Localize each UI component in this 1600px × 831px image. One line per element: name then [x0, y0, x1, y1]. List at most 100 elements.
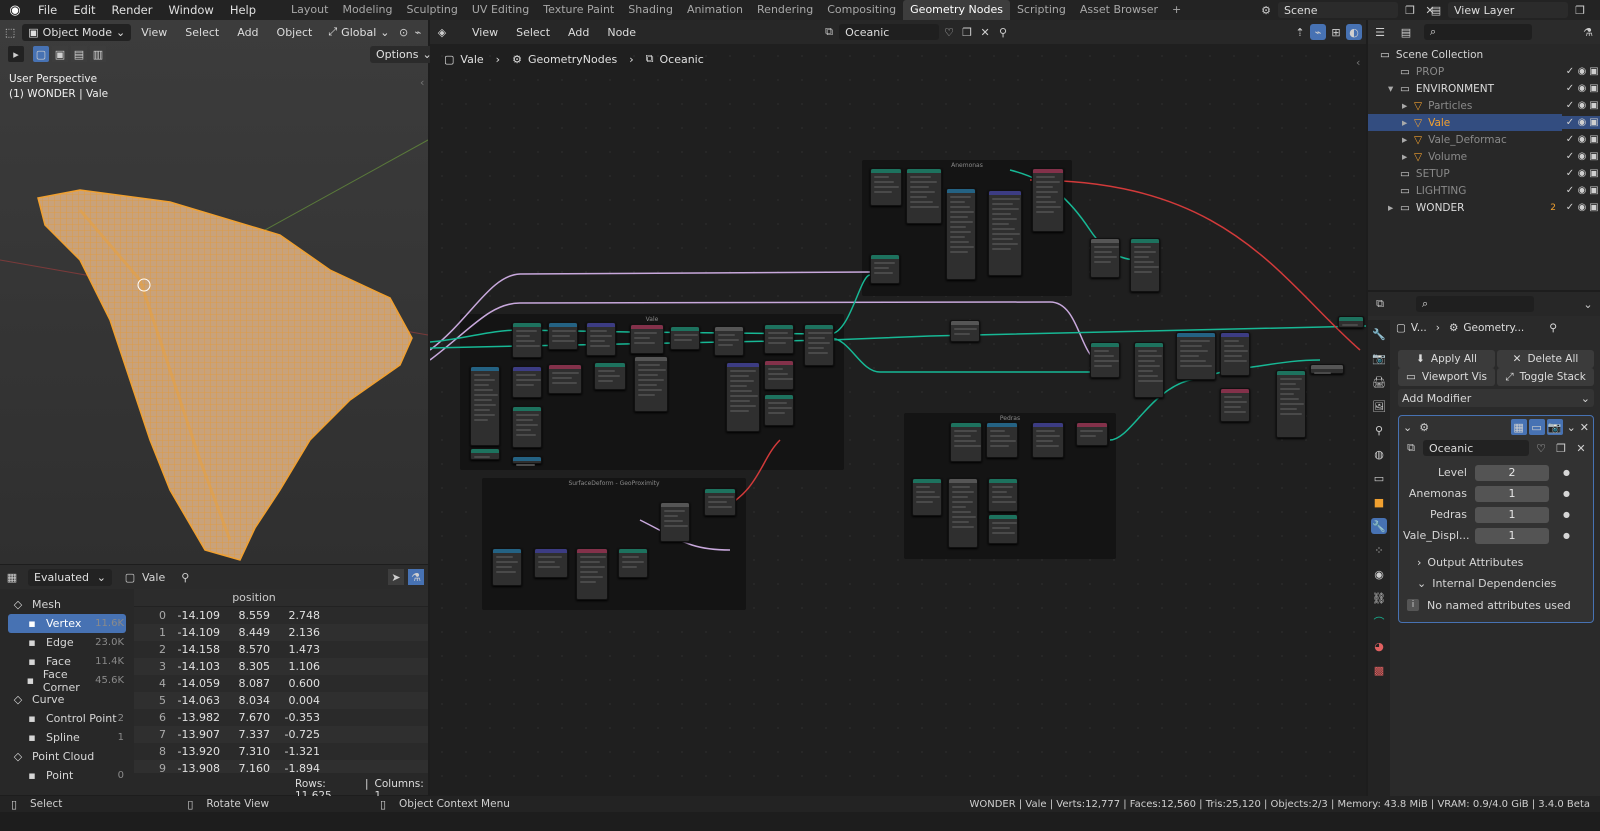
graph-node[interactable]	[988, 190, 1022, 276]
column-header-position[interactable]: position	[174, 591, 334, 604]
modifier-input-value[interactable]: 1	[1475, 506, 1549, 523]
outliner-row[interactable]: ▸ ▽ Particles	[1368, 97, 1562, 114]
spreadsheet-domain-item[interactable]: ▪ Edge 23.0K	[8, 633, 126, 652]
outliner-row[interactable]: ▭ SETUP	[1368, 165, 1562, 182]
expand-arrow-icon[interactable]: ▸	[1402, 134, 1414, 146]
spreadsheet-domain-item[interactable]: ▪ Control Point 2	[8, 709, 126, 728]
menu-file[interactable]: File	[30, 0, 65, 20]
output-tab-icon[interactable]: 🖨	[1371, 374, 1387, 390]
graph-node[interactable]	[586, 322, 616, 356]
tool-tab-icon[interactable]: 🔧	[1371, 326, 1387, 342]
duplicate-icon[interactable]: ❐	[1553, 440, 1569, 456]
graph-node[interactable]	[726, 362, 760, 432]
spreadsheet-domain-item[interactable]: ▪ Point 0	[8, 766, 126, 785]
unlink-icon[interactable]: ✕	[1573, 440, 1589, 456]
graph-node[interactable]	[1220, 388, 1250, 422]
render-toggle-icon[interactable]: 📷	[1546, 419, 1563, 435]
graph-node[interactable]	[548, 364, 582, 394]
eye-icon[interactable]: ◉	[1576, 116, 1588, 128]
eye-icon[interactable]: ◉	[1576, 82, 1588, 94]
checkbox-icon[interactable]: ✓	[1564, 99, 1576, 111]
physics-tab-icon[interactable]: ◉	[1371, 566, 1387, 582]
outliner-row[interactable]: ▭ PROP	[1368, 63, 1562, 80]
graph-node[interactable]	[1176, 332, 1216, 380]
render-tab-icon[interactable]: 📷	[1371, 350, 1387, 366]
outliner-row-scene-collection[interactable]: ▭ Scene Collection	[1368, 46, 1562, 63]
pin-icon[interactable]: ⚲	[1549, 322, 1557, 334]
graph-node[interactable]	[764, 324, 794, 354]
delete-all-button[interactable]: ✕ Delete All	[1497, 350, 1594, 368]
graph-node[interactable]	[906, 168, 942, 224]
eye-icon[interactable]: ◉	[1576, 150, 1588, 162]
add-modifier-dropdown[interactable]: Add Modifier ⌄	[1398, 389, 1594, 407]
graph-node[interactable]	[912, 478, 942, 516]
spreadsheet-domain-item[interactable]: ▪ Spline 1	[8, 728, 126, 747]
spreadsheet-group[interactable]: ◇ Mesh	[8, 595, 126, 614]
eye-icon[interactable]: ◉	[1576, 184, 1588, 196]
pin-icon[interactable]: ⚲	[177, 569, 193, 585]
graph-node[interactable]	[1220, 332, 1250, 376]
scene-icon[interactable]: ⚙	[1258, 2, 1274, 18]
properties-options-icon[interactable]: ⌄	[1580, 296, 1596, 312]
keyframe-dot-icon[interactable]: ●	[1563, 468, 1570, 477]
graph-node[interactable]	[512, 366, 542, 398]
tab-compositing[interactable]: Compositing	[820, 0, 903, 20]
eye-icon[interactable]: ◉	[1576, 201, 1588, 213]
graph-node[interactable]	[950, 422, 982, 462]
camera-icon[interactable]: ▣	[1588, 167, 1600, 179]
view-layer-field[interactable]: View Layer	[1448, 2, 1568, 18]
graph-node[interactable]	[594, 362, 626, 390]
modifier-input-value[interactable]: 1	[1475, 485, 1549, 502]
graph-node[interactable]	[470, 448, 500, 460]
particles-tab-icon[interactable]: ⁘	[1371, 542, 1387, 558]
fake-user-icon[interactable]: ♡	[1533, 440, 1549, 456]
checkbox-icon[interactable]: ✓	[1564, 116, 1576, 128]
blender-logo-icon[interactable]: ◉	[0, 3, 30, 18]
collapse-chevron-icon[interactable]: ⌄	[1403, 421, 1412, 434]
graph-node[interactable]	[670, 326, 700, 350]
properties-search-input[interactable]: ⌕	[1416, 296, 1534, 312]
graph-node[interactable]	[470, 366, 500, 446]
edit-mode-toggle-icon[interactable]: ▦	[1510, 419, 1527, 435]
graph-node[interactable]	[1032, 168, 1064, 232]
graph-node[interactable]	[704, 488, 736, 516]
graph-node[interactable]	[988, 478, 1018, 512]
constraints-tab-icon[interactable]: ⛓	[1371, 590, 1387, 606]
expand-arrow-icon[interactable]: ▸	[1388, 202, 1400, 214]
graph-node[interactable]	[1338, 316, 1364, 328]
graph-node[interactable]	[630, 324, 664, 354]
modifier-menu-chevron-icon[interactable]: ⌄	[1567, 421, 1576, 434]
remove-modifier-icon[interactable]: ✕	[1580, 421, 1589, 434]
graph-node[interactable]	[946, 188, 976, 280]
checkbox-icon[interactable]: ✓	[1564, 133, 1576, 145]
graph-node[interactable]	[1276, 370, 1306, 438]
graph-node[interactable]	[660, 502, 690, 542]
menu-edit[interactable]: Edit	[65, 0, 103, 20]
new-view-layer-icon[interactable]: ❐	[1572, 2, 1588, 18]
eye-icon[interactable]: ◉	[1576, 99, 1588, 111]
camera-icon[interactable]: ▣	[1588, 65, 1600, 77]
graph-node[interactable]	[534, 548, 568, 578]
sidebar-toggle-icon[interactable]: ‹	[420, 76, 424, 89]
graph-node[interactable]	[512, 456, 542, 466]
checkbox-icon[interactable]: ✓	[1564, 65, 1576, 77]
graph-node[interactable]	[1090, 342, 1120, 378]
graph-node[interactable]	[764, 394, 794, 426]
graph-node[interactable]	[764, 360, 794, 390]
tab-shading[interactable]: Shading	[621, 0, 680, 20]
menu-help[interactable]: Help	[222, 0, 264, 20]
data-tab-icon[interactable]: ⌒	[1371, 614, 1387, 630]
graph-node[interactable]	[950, 320, 980, 342]
graph-node[interactable]	[1032, 422, 1064, 458]
node-editor[interactable]: ◈ View Select Add Node ⧉ Oceanic ♡ ❐ ✕ ⚲…	[430, 20, 1366, 796]
checkbox-icon[interactable]: ✓	[1564, 150, 1576, 162]
expand-arrow-icon[interactable]: ▾	[1388, 83, 1400, 95]
view-layer-tab-icon[interactable]: 🖼	[1371, 398, 1387, 414]
spreadsheet-editor-icon[interactable]: ▦	[4, 569, 20, 585]
spreadsheet-domain-item[interactable]: ▪ Vertex 11.6K	[8, 614, 126, 633]
modifier-tab-icon[interactable]: 🔧	[1371, 518, 1387, 534]
tab-scripting[interactable]: Scripting	[1010, 0, 1073, 20]
spreadsheet-domain-item[interactable]: ▪ Face Corner 45.6K	[8, 668, 126, 694]
menu-window[interactable]: Window	[160, 0, 221, 20]
viewport-vis-button[interactable]: ▭ Viewport Vis	[1398, 368, 1495, 386]
